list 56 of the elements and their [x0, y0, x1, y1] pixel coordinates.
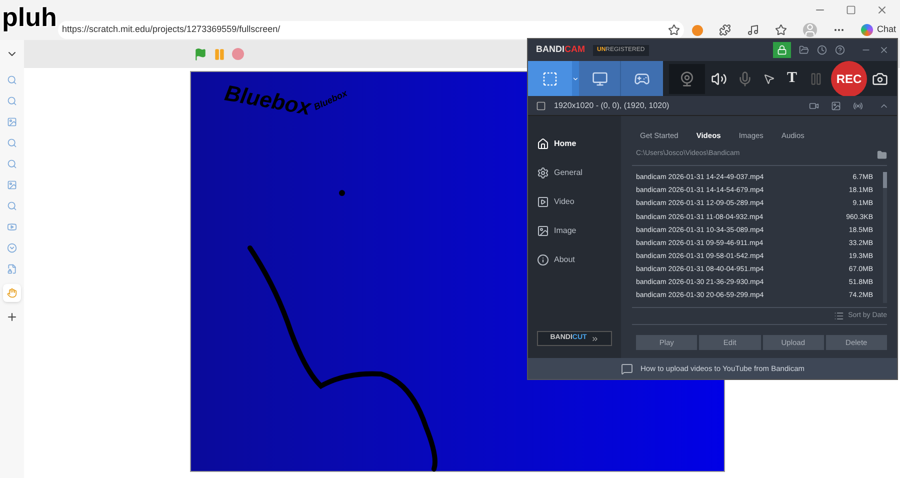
camera-icon[interactable]	[872, 70, 888, 86]
nav-item[interactable]: About	[537, 245, 612, 274]
capture-area-text: 1920x1020 - (0, 0), (1920, 1020)	[554, 100, 670, 112]
device-mode-button[interactable]	[579, 61, 621, 96]
game-mode-button[interactable]	[621, 61, 663, 96]
music-icon[interactable]	[746, 24, 759, 36]
lock-button[interactable]	[773, 42, 791, 58]
caption-text: pluh	[2, 4, 57, 30]
gear-icon	[537, 166, 549, 178]
speaker-icon[interactable]	[711, 70, 727, 86]
nav-item[interactable]: General	[537, 158, 612, 187]
image-icon[interactable]	[831, 100, 841, 110]
nav-item[interactable]: Home	[537, 129, 612, 158]
webcam-icon	[679, 70, 695, 86]
message-icon	[620, 362, 632, 374]
chat-logo-icon	[860, 24, 873, 36]
lock-icon	[777, 45, 787, 55]
close-icon[interactable]	[876, 4, 888, 16]
close-icon[interactable]	[879, 45, 889, 55]
flag-icon[interactable]	[194, 48, 207, 60]
star-icon[interactable]	[668, 24, 680, 36]
text-tool-button[interactable]: T	[787, 67, 798, 90]
house-icon	[537, 138, 549, 150]
folder-icon[interactable]	[799, 45, 809, 55]
clock-icon[interactable]	[817, 45, 827, 55]
stop-icon[interactable]	[232, 48, 244, 60]
picture-icon	[537, 224, 549, 236]
favorites-icon[interactable]	[774, 24, 787, 36]
address-bar[interactable]: https://scratch.mit.edu/projects/1273369559/fullscreen/	[58, 21, 684, 39]
folder-icon[interactable]	[877, 150, 887, 160]
area-icon	[536, 100, 546, 110]
nav-item[interactable]: Image	[537, 216, 612, 245]
info-icon	[537, 254, 549, 266]
stage-title-text: Bluebox	[222, 79, 313, 122]
app-logo: BANDICAM	[536, 43, 585, 56]
record-button[interactable]: REC	[831, 60, 868, 96]
broadcast-icon[interactable]	[853, 100, 863, 110]
sidebar-app-icon[interactable]	[3, 284, 21, 302]
gamepad-icon	[634, 70, 650, 86]
chat-button[interactable]: Chat	[860, 23, 896, 37]
microphone-icon[interactable]	[737, 70, 753, 86]
cursor-icon[interactable]	[763, 72, 775, 84]
play-icon	[537, 196, 549, 208]
chevrons-icon	[590, 334, 599, 342]
monitor-icon	[592, 70, 608, 86]
video-icon[interactable]	[809, 100, 819, 110]
puzzle-icon[interactable]	[718, 24, 731, 36]
maximize-icon[interactable]	[846, 5, 856, 15]
selection-icon	[542, 70, 558, 86]
list-icon[interactable]	[834, 310, 844, 321]
add-icon[interactable]	[6, 311, 18, 323]
help-icon[interactable]	[835, 45, 845, 55]
pause-icon[interactable]	[809, 72, 824, 86]
webcam-button[interactable]	[669, 64, 705, 94]
nav-item[interactable]: Video	[537, 187, 612, 216]
extension-icon[interactable]	[692, 24, 703, 36]
